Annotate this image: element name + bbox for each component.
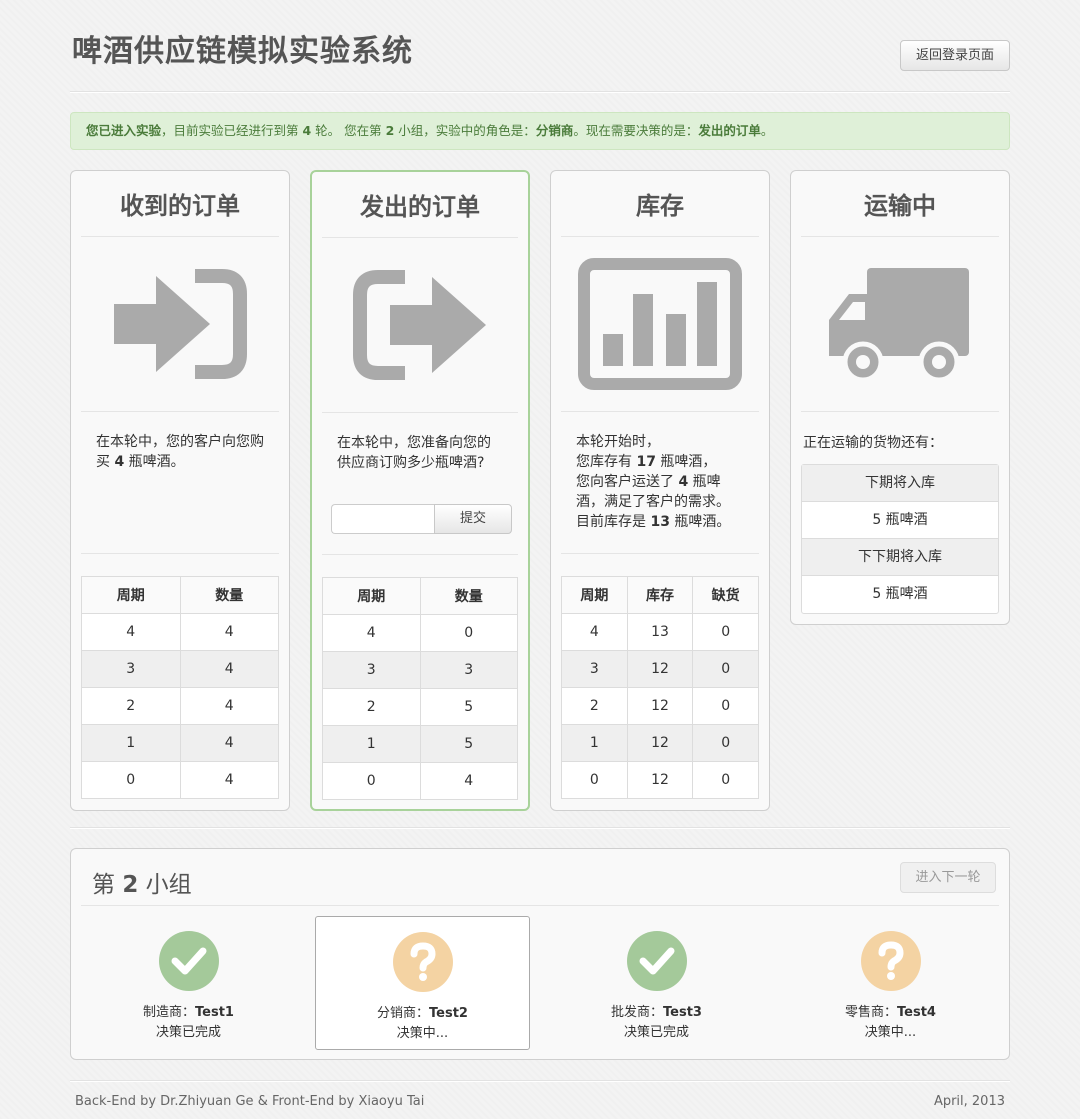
group-panel: 第 2 小组 进入下一轮 制造商：Test1 决策已完成 分销商：Test2 决… bbox=[70, 848, 1010, 1060]
received-orders-panel: 收到的订单 在本轮中，您的客户向您购买 4 瓶啤酒。 周期 数量 44 34 24… bbox=[70, 170, 290, 811]
member-status: 决策中... bbox=[396, 1026, 449, 1041]
app-title: 啤酒供应链模拟实验系统 bbox=[72, 34, 413, 69]
received-orders-text: 在本轮中，您的客户向您购买 4 瓶啤酒。 bbox=[81, 412, 279, 554]
col-header-period: 周期 bbox=[322, 577, 421, 615]
table-row: 15 bbox=[322, 725, 518, 763]
col-header-qty: 数量 bbox=[179, 576, 279, 614]
starting-stock: 17 bbox=[636, 454, 656, 470]
in-transit-panel: 运输中 正在运输的货物还有： 下期将入库 5 瓶啤酒 下下期将入库 5 瓶啤酒 bbox=[790, 170, 1010, 625]
header-divider bbox=[70, 91, 1010, 93]
member-name: Test1 bbox=[195, 1005, 234, 1020]
alert-round: 4 bbox=[302, 123, 312, 138]
member-name: Test3 bbox=[663, 1005, 702, 1020]
list-item: 5 瓶啤酒 bbox=[802, 502, 998, 539]
group-title: 第 2 小组 bbox=[92, 872, 192, 898]
list-item: 下期将入库 bbox=[802, 465, 998, 502]
alert-text: 小组，实验中的角色是： bbox=[394, 123, 536, 138]
truck-icon bbox=[801, 237, 999, 412]
alert-text: ，目前实验已经进行到第 bbox=[161, 123, 303, 138]
back-to-login-button[interactable]: 返回登录页面 bbox=[900, 40, 1010, 71]
table-row: 44 bbox=[81, 613, 279, 651]
member-card-manufacturer: 制造商：Test1 决策已完成 bbox=[81, 916, 296, 1050]
inventory-text: 本轮开始时， 您库存有 17 瓶啤酒， 您向客户运送了 4 瓶啤酒，满足了客户的… bbox=[561, 412, 759, 554]
inventory-table: 周期 库存 缺货 4 13 0 3 12 0 2 12 0 1 12 0 0 12 0 bbox=[561, 576, 759, 799]
alert-text: 。 bbox=[760, 123, 774, 138]
panel-title: 运输中 bbox=[801, 171, 999, 237]
panel-title: 收到的订单 bbox=[81, 171, 279, 237]
table-row: 1 12 0 bbox=[561, 724, 759, 762]
table-row: 24 bbox=[81, 687, 279, 725]
next-round-button[interactable]: 进入下一轮 bbox=[900, 862, 996, 893]
footer-date: April, 2013 bbox=[933, 1094, 1005, 1109]
member-status: 决策已完成 bbox=[623, 1025, 689, 1040]
table-row: 4 13 0 bbox=[561, 613, 759, 651]
alert-decision: 发出的订单 bbox=[698, 123, 761, 138]
list-item: 5 瓶啤酒 bbox=[872, 586, 928, 602]
list-item: 下下期将入库 bbox=[802, 539, 998, 576]
shipped-qty: 4 bbox=[678, 474, 689, 490]
table-row: 14 bbox=[81, 724, 279, 762]
panel-title: 发出的订单 bbox=[322, 172, 518, 238]
panel-title: 库存 bbox=[561, 171, 759, 237]
in-transit-list: 下期将入库 5 瓶啤酒 下下期将入库 5 瓶啤酒 bbox=[801, 464, 999, 614]
member-card-wholesaler: 批发商：Test3 决策已完成 bbox=[549, 916, 764, 1050]
check-icon bbox=[158, 931, 219, 991]
member-name: Test4 bbox=[897, 1005, 936, 1020]
col-header-stock: 库存 bbox=[626, 576, 694, 614]
in-transit-text: 正在运输的货物还有： bbox=[803, 435, 943, 451]
question-icon bbox=[860, 931, 921, 991]
sent-orders-table: 周期 数量 40 33 25 15 04 bbox=[322, 577, 518, 800]
bar-chart-icon bbox=[561, 237, 759, 412]
footer-credits: Back-End by Dr.Zhiyuan Ge & Front-End by… bbox=[75, 1094, 425, 1109]
check-icon bbox=[626, 931, 687, 991]
section-divider bbox=[70, 827, 1010, 829]
table-row: 40 bbox=[322, 614, 518, 652]
received-orders-table: 周期 数量 44 34 24 14 04 bbox=[81, 576, 279, 799]
received-qty: 4 bbox=[114, 454, 125, 470]
inventory-panel: 库存 本轮开始时， 您库存有 17 瓶啤酒， 您向客户运送了 4 瓶啤酒，满足了… bbox=[550, 170, 770, 811]
footer-divider bbox=[70, 1080, 1010, 1082]
group-divider bbox=[81, 905, 999, 906]
table-row: 04 bbox=[81, 761, 279, 799]
col-header-period: 周期 bbox=[81, 576, 181, 614]
table-row: 04 bbox=[322, 762, 518, 800]
member-card-distributor: 分销商：Test2 决策中... bbox=[315, 916, 530, 1050]
col-header-backlog: 缺货 bbox=[692, 576, 759, 614]
col-header-period: 周期 bbox=[561, 576, 628, 614]
status-alert: 您已进入实验，目前实验已经进行到第 4 轮。 您在第 2 小组，实验中的角色是：… bbox=[70, 112, 1010, 150]
sent-orders-panel: 发出的订单 在本轮中，您准备向您的供应商订购多少瓶啤酒? 提交 周期 数量 40 … bbox=[310, 170, 530, 811]
question-icon bbox=[392, 932, 453, 992]
table-row: 34 bbox=[81, 650, 279, 688]
table-row: 33 bbox=[322, 651, 518, 689]
sign-out-icon bbox=[322, 238, 518, 413]
member-status: 决策已完成 bbox=[155, 1025, 221, 1040]
alert-role: 分销商 bbox=[535, 123, 574, 138]
col-header-qty: 数量 bbox=[419, 577, 518, 615]
page-header: 啤酒供应链模拟实验系统 返回登录页面 bbox=[72, 30, 1010, 78]
alert-entered: 您已进入实验 bbox=[86, 123, 162, 138]
member-name: Test2 bbox=[429, 1006, 468, 1021]
order-quantity-input[interactable] bbox=[331, 504, 435, 534]
submit-order-button[interactable]: 提交 bbox=[434, 504, 512, 534]
current-stock: 13 bbox=[650, 514, 670, 530]
sign-in-icon bbox=[81, 237, 279, 412]
table-row: 0 12 0 bbox=[561, 761, 759, 799]
alert-text: 。现在需要决策的是： bbox=[573, 123, 699, 138]
member-card-retailer: 零售商：Test4 决策中... bbox=[783, 916, 998, 1050]
table-row: 3 12 0 bbox=[561, 650, 759, 688]
table-row: 2 12 0 bbox=[561, 687, 759, 725]
member-status: 决策中... bbox=[864, 1025, 917, 1040]
table-row: 25 bbox=[322, 688, 518, 726]
alert-text: 轮。 您在第 bbox=[311, 123, 386, 138]
group-number: 2 bbox=[122, 872, 139, 898]
